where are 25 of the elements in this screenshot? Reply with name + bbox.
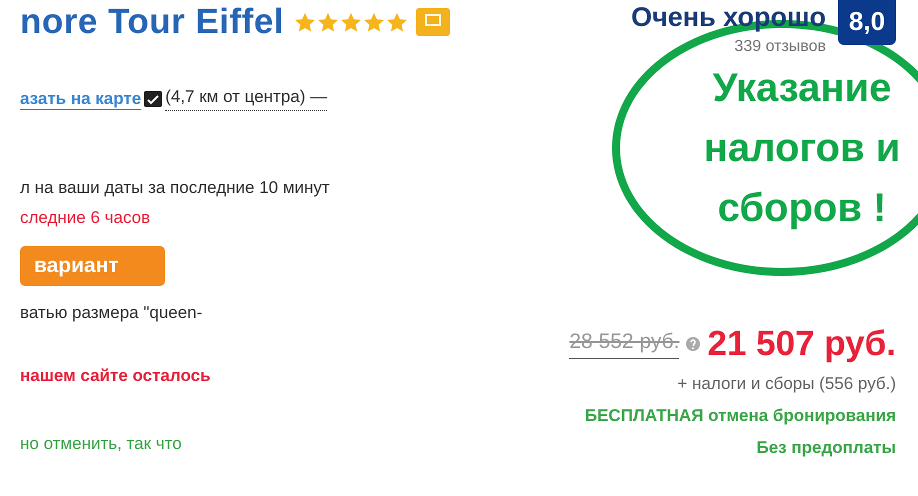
annotation-text: налогов и (704, 125, 900, 172)
review-count[interactable]: 339 отзывов (734, 38, 826, 56)
star-icon (340, 12, 362, 32)
map-link[interactable]: азать на карте (20, 89, 142, 109)
choose-button[interactable]: вариант (20, 246, 165, 286)
cancellation-note: но отменить, так что (20, 434, 183, 454)
star-icon (317, 12, 340, 32)
taxes-text: + налоги и сборы (556 руб.) (677, 374, 896, 394)
scarcity-text: нашем сайте осталось (20, 366, 212, 386)
recent-booking-text: л на ваши даты за последние 10 минут (20, 178, 331, 198)
no-prepayment-text: Без предоплаты (756, 438, 896, 458)
star-icon (363, 12, 386, 32)
recent-alert-text: следние 6 часов (20, 208, 152, 228)
original-price: 28 552 руб. (569, 330, 680, 358)
score-badge: 8,0 (838, 0, 896, 45)
annotation-text: сборов ! (718, 185, 886, 232)
annotation-text: Указание (712, 65, 892, 112)
free-cancellation-text: БЕСПЛАТНАЯ отмена бронирования (584, 406, 896, 426)
distance-text[interactable]: (4,7 км от центра) — (165, 87, 328, 111)
current-price: 21 507 руб. (707, 324, 896, 364)
room-info-text: ватью размера "queen- (20, 303, 204, 323)
star-icon (294, 12, 316, 32)
star-icon (386, 12, 408, 32)
map-icon[interactable] (144, 91, 162, 107)
hotel-name: nore Tour Eiffel (20, 2, 284, 42)
